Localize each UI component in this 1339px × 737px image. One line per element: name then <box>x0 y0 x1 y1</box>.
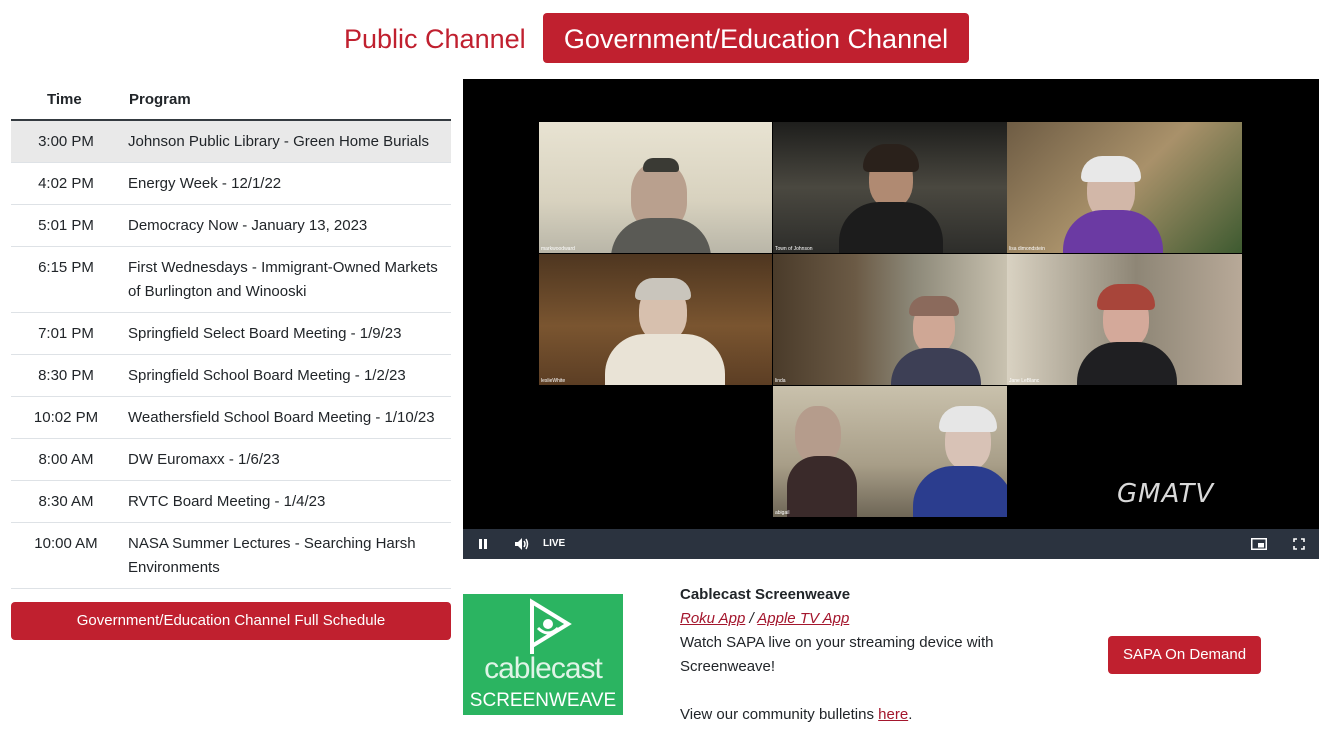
schedule-time: 10:02 PM <box>33 409 99 426</box>
schedule-program: NASA Summer Lectures - Searching Harsh E… <box>128 535 416 576</box>
screenweave-info: Cablecast Screenweave Roku App / Apple T… <box>680 583 1040 727</box>
video-player[interactable]: markwoodward Town of Johnson lisa dimond… <box>463 79 1319 559</box>
schedule-row: 3:00 PM Johnson Public Library - Green Ho… <box>11 121 451 163</box>
schedule-program: DW Euromaxx - 1/6/23 <box>128 451 280 468</box>
live-indicator: LIVE <box>543 538 566 549</box>
schedule-row: 4:02 PM Energy Week - 12/1/22 <box>11 163 451 205</box>
schedule-program: Springfield School Board Meeting - 1/2/2… <box>128 367 406 384</box>
bulletins-prefix: View our community bulletins <box>680 706 879 723</box>
participant-name: Jane LeBlanc <box>1009 378 1040 384</box>
roku-app-link[interactable]: Roku App <box>680 610 745 627</box>
schedule-time: 8:30 AM <box>38 493 94 510</box>
schedule-program: Johnson Public Library - Green Home Buri… <box>128 133 429 150</box>
schedule-time: 8:30 PM <box>38 367 94 384</box>
channel-tabs: Public Channel Government/Education Chan… <box>0 13 1339 63</box>
video-tile-lesliewhite: leslieWhite <box>539 254 772 385</box>
video-tile-jane-leblanc: Jane LeBlanc <box>1007 254 1242 385</box>
program-column-header: Program <box>129 91 191 108</box>
schedule-program: Springfield Select Board Meeting - 1/9/2… <box>128 325 402 342</box>
community-bulletins-line: View our community bulletins here. <box>680 703 1040 727</box>
fullscreen-icon[interactable] <box>1287 529 1311 559</box>
schedule-time: 6:15 PM <box>38 259 94 276</box>
schedule-row: 7:01 PM Springfield Select Board Meeting … <box>11 313 451 355</box>
sapa-on-demand-button[interactable]: SAPA On Demand <box>1108 636 1261 674</box>
logo-text-screenweave: SCREENWEAVE <box>469 690 617 711</box>
schedule-row: 8:30 PM Springfield School Board Meeting … <box>11 355 451 397</box>
participant-name: Town of Johnson <box>775 246 813 252</box>
screenweave-title: Cablecast Screenweave <box>680 586 851 603</box>
schedule-header: Time Program <box>11 80 451 121</box>
participant-name: linda <box>775 378 786 384</box>
video-tile-town-of-johnson: Town of Johnson <box>773 122 1007 253</box>
schedule-row: 10:02 PM Weathersfield School Board Meeti… <box>11 397 451 439</box>
schedule-time: 5:01 PM <box>38 217 94 234</box>
video-frame[interactable]: markwoodward Town of Johnson lisa dimond… <box>463 79 1319 529</box>
pause-icon[interactable] <box>471 529 495 559</box>
apple-tv-app-link[interactable]: Apple TV App <box>757 610 849 627</box>
schedule-row: 10:00 AM NASA Summer Lectures - Searching… <box>11 523 451 589</box>
bulletins-suffix: . <box>908 706 913 723</box>
full-schedule-button[interactable]: Government/Education Channel Full Schedu… <box>11 602 451 640</box>
schedule-row: 5:01 PM Democracy Now - January 13, 2023 <box>11 205 451 247</box>
picture-in-picture-icon[interactable] <box>1247 529 1271 559</box>
screenweave-description: Watch SAPA live on your streaming device… <box>680 634 994 675</box>
screenweave-play-icon <box>530 598 572 654</box>
schedule-row: 6:15 PM First Wednesdays - Immigrant-Owne… <box>11 247 451 313</box>
schedule-time: 3:00 PM <box>38 133 94 150</box>
gmatv-watermark: GMATV <box>1117 479 1215 509</box>
schedule-time: 4:02 PM <box>38 175 94 192</box>
player-control-bar: LIVE <box>463 529 1319 559</box>
schedule-time: 7:01 PM <box>38 325 94 342</box>
participant-name: markwoodward <box>541 246 575 252</box>
video-tile-linda: linda <box>773 254 1007 385</box>
bulletins-here-link[interactable]: here <box>878 706 908 723</box>
schedule-program: Weathersfield School Board Meeting - 1/1… <box>128 409 435 426</box>
schedule-table: Time Program 3:00 PM Johnson Public Libra… <box>11 80 451 589</box>
schedule-time: 10:00 AM <box>34 535 98 552</box>
volume-icon[interactable] <box>510 529 534 559</box>
schedule-program: Energy Week - 12/1/22 <box>128 175 282 192</box>
schedule-row: 8:00 AM DW Euromaxx - 1/6/23 <box>11 439 451 481</box>
cablecast-screenweave-logo: cablecast SCREENWEAVE <box>463 594 623 715</box>
logo-text-cablecast: cablecast <box>484 652 603 685</box>
tab-public-channel[interactable]: Public Channel <box>336 13 534 63</box>
time-column-header: Time <box>47 91 82 108</box>
participant-name: leslieWhite <box>541 378 566 384</box>
video-tile-lisa-dimondstein: lisa dimondstein <box>1007 122 1242 253</box>
schedule-row: 8:30 AM RVTC Board Meeting - 1/4/23 <box>11 481 451 523</box>
schedule-program: First Wednesdays - Immigrant-Owned Marke… <box>128 259 438 300</box>
participant-name: lisa dimondstein <box>1009 246 1045 252</box>
video-tile-abigail: abigail <box>773 386 1007 517</box>
app-link-separator: / <box>745 610 758 627</box>
video-tile-markwoodward: markwoodward <box>539 122 772 253</box>
participant-name: abigail <box>775 510 790 516</box>
schedule-program: Democracy Now - January 13, 2023 <box>128 217 368 234</box>
schedule-time: 8:00 AM <box>38 451 94 468</box>
tab-government-education-channel[interactable]: Government/Education Channel <box>543 13 969 63</box>
schedule-program: RVTC Board Meeting - 1/4/23 <box>128 493 326 510</box>
app-links: Roku App / Apple TV App <box>680 607 1040 631</box>
